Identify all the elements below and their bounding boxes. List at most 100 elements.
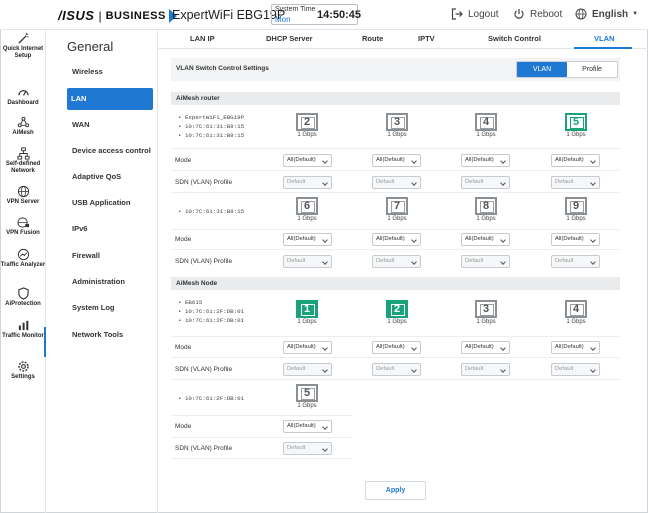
router-port-2-mode-select[interactable]: All(Default) bbox=[283, 154, 332, 167]
port-speed: 1 Gbps bbox=[297, 216, 317, 222]
reboot-button[interactable]: Reboot bbox=[513, 8, 562, 20]
tab-active-indicator bbox=[574, 47, 632, 49]
port-speed: 1 Gbps bbox=[566, 319, 586, 325]
node-port-3-mode-select[interactable]: All(Default) bbox=[461, 341, 510, 354]
rail-item-self-defined-network[interactable]: Self-defined Network bbox=[0, 147, 46, 175]
router-port-9-mode-select[interactable]: All(Default) bbox=[551, 233, 600, 246]
system-time: 14:50:45 bbox=[317, 9, 362, 21]
mode-label: Mode bbox=[175, 423, 192, 430]
tab-vlan[interactable]: VLAN bbox=[594, 34, 614, 43]
port-speed: 1 Gbps bbox=[566, 216, 586, 222]
node-port-1-profile-select[interactable]: Default bbox=[283, 363, 332, 376]
node-port-5: 5 1 Gbps bbox=[292, 384, 322, 409]
port-number: 7 bbox=[393, 200, 401, 212]
tab-lan-ip[interactable]: LAN IP bbox=[190, 34, 215, 43]
menu-item-lan[interactable]: LAN bbox=[67, 88, 153, 110]
brand-name: /ISUS bbox=[58, 8, 95, 23]
rail-item-label: Quick Internet Setup bbox=[2, 46, 44, 59]
rail-item-vpn-server[interactable]: VPN Server bbox=[0, 185, 46, 206]
icon-rail: Quick Internet Setup Dashboard AiMesh Se… bbox=[0, 30, 46, 513]
router-port-7-mode-select[interactable]: All(Default) bbox=[372, 233, 421, 246]
tab-route[interactable]: Route bbox=[362, 34, 383, 43]
router-port-4-mode-select[interactable]: All(Default) bbox=[461, 154, 510, 167]
rail-item-vpn-fusion[interactable]: VPN Fusion bbox=[0, 216, 46, 237]
port-speed: 1 Gbps bbox=[476, 319, 496, 325]
node-port-2-profile-select[interactable]: Default bbox=[372, 363, 421, 376]
row-divider bbox=[171, 357, 620, 358]
node-port-5-profile-select[interactable]: Default bbox=[283, 442, 332, 455]
top-bar: /ISUS | BUSINESS ExpertWiFi EBG19P Syste… bbox=[0, 0, 648, 30]
node-port-1-mode-select[interactable]: All(Default) bbox=[283, 341, 332, 354]
rail-item-quick-internet-setup[interactable]: Quick Internet Setup bbox=[0, 32, 46, 60]
brand-line: BUSINESS bbox=[105, 9, 166, 22]
logout-button[interactable]: Logout bbox=[451, 8, 499, 20]
tab-switch-control[interactable]: Switch Control bbox=[488, 34, 541, 43]
port-speed: 1 Gbps bbox=[476, 132, 496, 138]
mode-label: Mode bbox=[175, 157, 192, 164]
brand-logo[interactable]: /ISUS | BUSINESS bbox=[58, 8, 177, 23]
menu-item-wireless[interactable]: Wireless bbox=[68, 62, 156, 82]
rail-item-label: AiProtection bbox=[5, 301, 41, 307]
menu-item-device-access-control[interactable]: Device access control bbox=[68, 141, 156, 161]
port-speed: 1 Gbps bbox=[387, 319, 407, 325]
menu-item-system-log[interactable]: System Log bbox=[68, 298, 156, 318]
rail-item-settings[interactable]: Settings bbox=[0, 360, 46, 381]
menu-item-network-tools[interactable]: Network Tools bbox=[68, 325, 156, 345]
vlan-mode-button[interactable]: VLAN bbox=[517, 62, 567, 77]
row-divider bbox=[171, 415, 352, 416]
row-divider bbox=[171, 170, 620, 171]
router-port-8-mode-select[interactable]: All(Default) bbox=[461, 233, 510, 246]
router-port-7-profile-select[interactable]: Default bbox=[372, 255, 421, 268]
rail-item-traffic-monitor[interactable]: Traffic Monitor bbox=[0, 319, 46, 340]
router-port-3-profile-select[interactable]: Default bbox=[372, 176, 421, 189]
router-port-8-profile-select[interactable]: Default bbox=[461, 255, 510, 268]
router-port-6-profile-select[interactable]: Default bbox=[283, 255, 332, 268]
general-menu: General Wireless LAN WAN Device access c… bbox=[46, 30, 158, 513]
menu-item-administration[interactable]: Administration bbox=[68, 272, 156, 292]
shield-icon bbox=[17, 287, 29, 300]
globe-icon bbox=[17, 185, 29, 198]
router-port-9-profile-select[interactable]: Default bbox=[551, 255, 600, 268]
profile-label: SDN (VLAN) Profile bbox=[175, 179, 233, 186]
rail-item-aiprotection[interactable]: AiProtection bbox=[0, 287, 46, 308]
port-speed: 1 Gbps bbox=[297, 132, 317, 138]
port-speed: 1 Gbps bbox=[297, 403, 317, 409]
menu-title: General bbox=[67, 39, 114, 54]
node-port-4: 4 1 Gbps bbox=[561, 300, 591, 325]
router-port-2-profile-select[interactable]: Default bbox=[283, 176, 332, 189]
node-port-3-profile-select[interactable]: Default bbox=[461, 363, 510, 376]
menu-item-ipv6[interactable]: IPv6 bbox=[68, 219, 156, 239]
router-port-5-mode-select[interactable]: All(Default) bbox=[551, 154, 600, 167]
profile-mode-button[interactable]: Profile bbox=[567, 62, 617, 77]
menu-item-adaptive-qos[interactable]: Adaptive QoS bbox=[68, 167, 156, 187]
globe-lock-icon bbox=[16, 217, 29, 228]
language-select[interactable]: English ▼ bbox=[575, 8, 638, 20]
port-number: 5 bbox=[572, 116, 580, 128]
router-port-3: 3 1 Gbps bbox=[382, 113, 412, 138]
rail-item-traffic-analyzer[interactable]: Traffic Analyzer bbox=[0, 248, 46, 269]
node-port-4-profile-select[interactable]: Default bbox=[551, 363, 600, 376]
router-port-3-mode-select[interactable]: All(Default) bbox=[372, 154, 421, 167]
node-port-5-mode-select[interactable]: All(Default) bbox=[283, 420, 332, 433]
menu-item-firewall[interactable]: Firewall bbox=[68, 246, 156, 266]
node-mac-address: • 10:7C:61:2F:DB:01 bbox=[178, 308, 245, 315]
node-port-2-mode-select[interactable]: All(Default) bbox=[372, 341, 421, 354]
tab-iptv[interactable]: IPTV bbox=[418, 34, 435, 43]
rail-item-label: Dashboard bbox=[7, 100, 39, 106]
tab-dhcp-server[interactable]: DHCP Server bbox=[266, 34, 313, 43]
logout-icon bbox=[451, 8, 463, 20]
port-number: 5 bbox=[303, 387, 311, 399]
brand-separator: | bbox=[98, 8, 102, 23]
menu-item-usb-application[interactable]: USB Application bbox=[68, 193, 156, 213]
row-divider bbox=[171, 336, 620, 337]
rail-item-dashboard[interactable]: Dashboard bbox=[0, 86, 46, 107]
rail-item-label: Self-defined Network bbox=[5, 161, 41, 174]
router-port-5-profile-select[interactable]: Default bbox=[551, 176, 600, 189]
router-port-4-profile-select[interactable]: Default bbox=[461, 176, 510, 189]
port-speed: 1 Gbps bbox=[566, 132, 586, 138]
apply-button[interactable]: Apply bbox=[365, 481, 426, 500]
menu-item-wan[interactable]: WAN bbox=[68, 115, 156, 135]
node-port-4-mode-select[interactable]: All(Default) bbox=[551, 341, 600, 354]
rail-item-aimesh[interactable]: AiMesh bbox=[0, 116, 46, 137]
router-port-6-mode-select[interactable]: All(Default) bbox=[283, 233, 332, 246]
